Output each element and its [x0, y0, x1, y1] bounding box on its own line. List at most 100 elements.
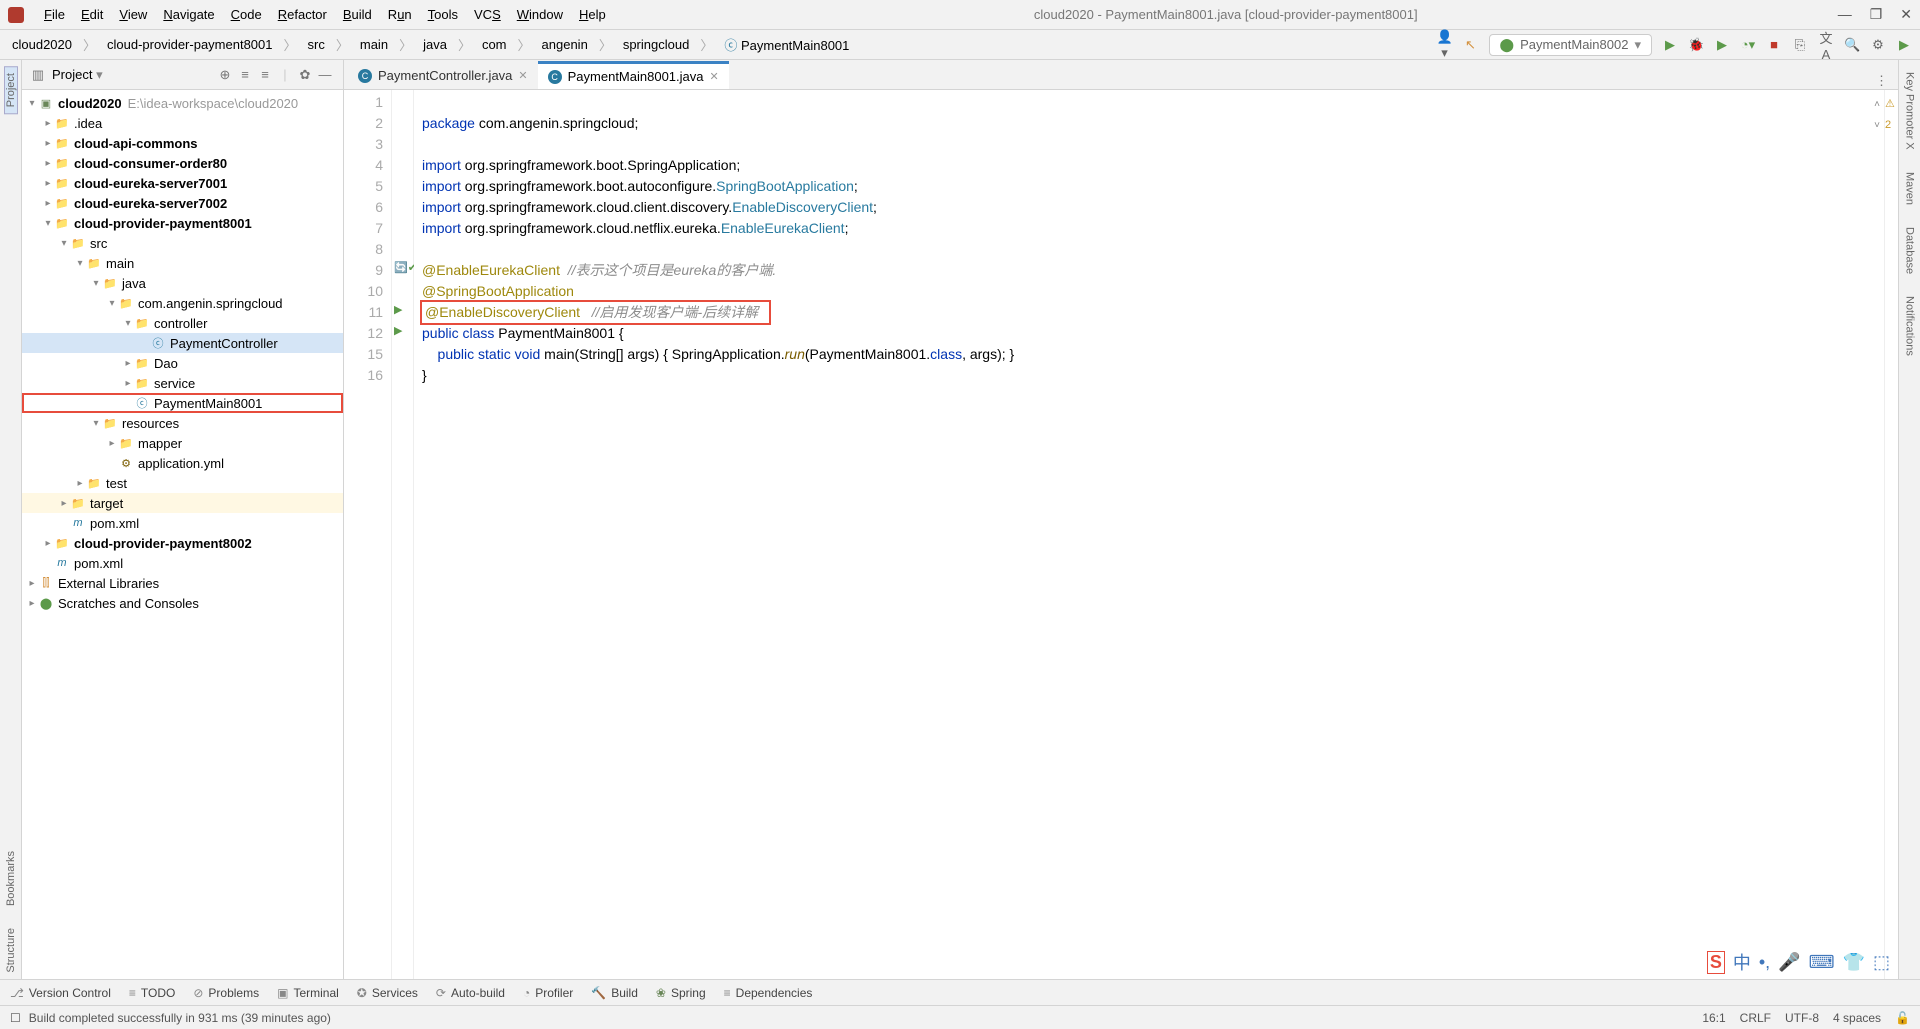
- indent-setting[interactable]: 4 spaces: [1833, 1011, 1881, 1025]
- menu-edit[interactable]: Edit: [73, 0, 111, 29]
- tree-item[interactable]: ▸📁cloud-eureka-server7001: [22, 173, 343, 193]
- menu-help[interactable]: Help: [571, 0, 614, 29]
- maximize-icon[interactable]: ❐: [1870, 6, 1883, 23]
- user-icon[interactable]: 👤▾: [1437, 29, 1453, 61]
- menu-refactor[interactable]: Refactor: [270, 0, 335, 29]
- expand-icon[interactable]: ≡: [235, 67, 255, 82]
- tree-item-highlighted[interactable]: ⓒPaymentMain8001: [22, 393, 343, 413]
- tree-item[interactable]: ▾📁java: [22, 273, 343, 293]
- tree-item[interactable]: ▾📁controller: [22, 313, 343, 333]
- git-icon[interactable]: ⎘: [1792, 37, 1808, 53]
- tree-item[interactable]: ▾📁cloud-provider-payment8001: [22, 213, 343, 233]
- tree-item[interactable]: mpom.xml: [22, 553, 343, 573]
- terminal-button[interactable]: ▣Terminal: [277, 986, 339, 1000]
- close-icon[interactable]: ✕: [1900, 6, 1912, 23]
- error-stripe[interactable]: ˄ ˅ ⚠ 2: [1884, 90, 1898, 979]
- back-arrow-icon[interactable]: ↖: [1463, 37, 1479, 53]
- crumb[interactable]: cloud2020: [8, 36, 76, 53]
- menu-code[interactable]: Code: [223, 0, 270, 29]
- profile-icon[interactable]: ◔▾: [1740, 37, 1756, 53]
- editor-tab-active[interactable]: CPaymentMain8001.java✕: [538, 61, 729, 89]
- tree-item[interactable]: ▸📁cloud-provider-payment8002: [22, 533, 343, 553]
- tree-item[interactable]: ▸📁test: [22, 473, 343, 493]
- tree-item[interactable]: ▾📁main: [22, 253, 343, 273]
- coverage-icon[interactable]: ▶: [1714, 37, 1730, 53]
- notifications-tool-button[interactable]: Notifications: [1904, 290, 1916, 362]
- tree-item[interactable]: ▸📁cloud-consumer-order80: [22, 153, 343, 173]
- tree-root[interactable]: ▾▣cloud2020E:\idea-workspace\cloud2020: [22, 93, 343, 113]
- hide-icon[interactable]: —: [315, 67, 335, 82]
- crumb[interactable]: src: [304, 36, 329, 53]
- settings-icon[interactable]: ⚙: [1870, 37, 1886, 53]
- tab-more-icon[interactable]: ⋮: [1865, 73, 1898, 89]
- debug-icon[interactable]: 🐞: [1688, 37, 1704, 53]
- version-control-button[interactable]: ⎇Version Control: [10, 986, 111, 1000]
- structure-tool-button[interactable]: Structure: [5, 922, 17, 979]
- crumb[interactable]: ⓒ PaymentMain8001: [720, 34, 853, 55]
- crumb[interactable]: main: [356, 36, 392, 53]
- caret-position[interactable]: 16:1: [1702, 1011, 1725, 1025]
- key-promoter-tool-button[interactable]: Key Promoter X: [1904, 66, 1916, 156]
- menu-file[interactable]: File: [36, 0, 73, 29]
- project-tree[interactable]: ▾▣cloud2020E:\idea-workspace\cloud2020 ▸…: [22, 90, 343, 979]
- menu-build[interactable]: Build: [335, 0, 380, 29]
- dependencies-button[interactable]: ≡Dependencies: [724, 986, 813, 1000]
- run-anything-icon[interactable]: ▶: [1896, 37, 1912, 53]
- bookmarks-tool-button[interactable]: Bookmarks: [5, 845, 17, 912]
- run-configuration-dropdown[interactable]: ⬤PaymentMain8002▾: [1489, 34, 1653, 56]
- todo-button[interactable]: ≡TODO: [129, 986, 175, 1000]
- search-icon[interactable]: 🔍: [1844, 37, 1860, 53]
- problems-button[interactable]: ⊘Problems: [193, 986, 259, 1000]
- tree-item[interactable]: ▸⫿⫿External Libraries: [22, 573, 343, 593]
- locate-icon[interactable]: ⊕: [215, 67, 235, 83]
- readonly-icon[interactable]: 🔓: [1895, 1011, 1910, 1025]
- translate-icon[interactable]: 文A: [1818, 28, 1834, 62]
- tree-item[interactable]: mpom.xml: [22, 513, 343, 533]
- database-tool-button[interactable]: Database: [1904, 221, 1916, 280]
- ime-mode-icon[interactable]: 中: [1733, 949, 1751, 975]
- menu-run[interactable]: Run: [380, 0, 420, 29]
- tree-item[interactable]: ▸📁.idea: [22, 113, 343, 133]
- tree-item[interactable]: ▸📁target: [22, 493, 343, 513]
- tree-item[interactable]: ▸⬤Scratches and Consoles: [22, 593, 343, 613]
- menu-tools[interactable]: Tools: [420, 0, 466, 29]
- stop-icon[interactable]: ■: [1766, 37, 1782, 52]
- tree-item[interactable]: ▸📁service: [22, 373, 343, 393]
- minimize-icon[interactable]: —: [1838, 6, 1852, 23]
- collapse-icon[interactable]: ≡: [255, 67, 275, 82]
- settings-icon[interactable]: ✿: [295, 67, 315, 83]
- tree-item[interactable]: ▸📁mapper: [22, 433, 343, 453]
- menu-window[interactable]: Window: [509, 0, 571, 29]
- status-icon[interactable]: ☐: [10, 1011, 21, 1025]
- tree-item[interactable]: ▸📁Dao: [22, 353, 343, 373]
- run-line-icon[interactable]: ▶: [394, 321, 402, 342]
- menu-navigate[interactable]: Navigate: [155, 0, 222, 29]
- crumb[interactable]: springcloud: [619, 36, 694, 53]
- services-button[interactable]: ✪Services: [357, 986, 418, 1000]
- warning-indicator[interactable]: ⚠ 2: [1885, 94, 1896, 136]
- project-tool-button[interactable]: Project: [4, 66, 18, 114]
- crumb[interactable]: cloud-provider-payment8001: [103, 36, 276, 53]
- tree-item[interactable]: ▾📁resources: [22, 413, 343, 433]
- tree-item[interactable]: ▾📁com.angenin.springcloud: [22, 293, 343, 313]
- crumb[interactable]: angenin: [538, 36, 592, 53]
- tree-item-selected[interactable]: ⓒPaymentController: [22, 333, 343, 353]
- profiler-button[interactable]: ◔Profiler: [523, 986, 573, 1000]
- build-button[interactable]: 🔨Build: [591, 986, 638, 1000]
- ime-icon[interactable]: S: [1707, 951, 1725, 974]
- run-line-icon[interactable]: ▶: [394, 300, 402, 321]
- tree-item[interactable]: ⚙application.yml: [22, 453, 343, 473]
- close-tab-icon[interactable]: ✕: [709, 70, 718, 83]
- crumb[interactable]: java: [419, 36, 451, 53]
- menu-view[interactable]: View: [111, 0, 155, 29]
- close-tab-icon[interactable]: ✕: [518, 69, 527, 82]
- run-icon[interactable]: ▶: [1662, 37, 1678, 53]
- tree-item[interactable]: ▾📁src: [22, 233, 343, 253]
- editor-tab[interactable]: CPaymentController.java✕: [348, 61, 538, 89]
- spring-button[interactable]: ❀Spring: [656, 986, 706, 1000]
- code-area[interactable]: 1234567891011121516 🔄✔ ▶ ▶ package com.a…: [344, 90, 1898, 979]
- menu-vcs[interactable]: VCS: [466, 0, 509, 29]
- tree-item[interactable]: ▸📁cloud-api-commons: [22, 133, 343, 153]
- maven-tool-button[interactable]: Maven: [1904, 166, 1916, 211]
- code-text[interactable]: package com.angenin.springcloud; import …: [414, 90, 1884, 979]
